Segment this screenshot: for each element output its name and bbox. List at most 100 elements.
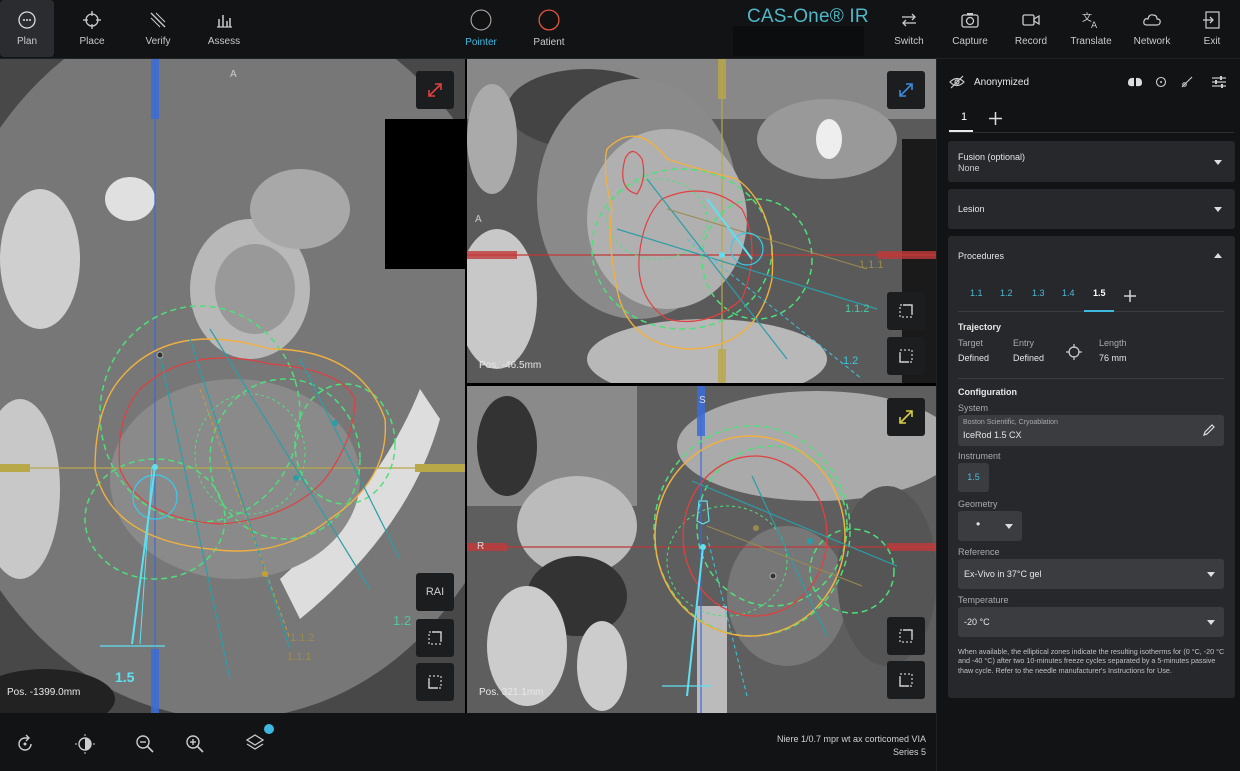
trajectory-label: 1.1.1 — [287, 651, 312, 663]
place-tool[interactable]: Place — [66, 0, 118, 57]
crop-alt-icon — [899, 673, 913, 687]
crop-button[interactable] — [887, 617, 925, 655]
fusion-value: None — [958, 163, 980, 173]
patient-circle-icon — [538, 9, 560, 31]
bar-chart-icon — [217, 15, 232, 28]
procedure-tab-1-5[interactable]: 1.5 — [1093, 288, 1106, 298]
viewport-area: A 1.2 1.1.2 1.1.1 1.5 Pos. -1399.0mm RAI — [0, 59, 936, 713]
eye-off-icon[interactable] — [949, 75, 965, 89]
capture-button[interactable]: Capture — [948, 0, 992, 57]
patient-label: Patient — [533, 37, 565, 48]
chevron-down-icon — [1005, 524, 1013, 529]
sliders-icon[interactable] — [1211, 74, 1227, 90]
fusion-section[interactable]: Fusion (optional) None — [948, 141, 1235, 182]
pointer-toggle[interactable]: Pointer — [458, 0, 504, 57]
tab-1-label: 1 — [961, 111, 968, 123]
zoom-out-icon[interactable] — [134, 733, 156, 755]
record-button[interactable]: Record — [1010, 0, 1052, 57]
lesion-section[interactable]: Lesion — [948, 189, 1235, 229]
cloud-icon — [1143, 14, 1161, 26]
zoom-in-icon[interactable] — [184, 733, 206, 755]
crop-alt-button[interactable] — [416, 663, 454, 701]
orientation-label-top: A — [230, 69, 237, 80]
orientation-label-left: A — [475, 214, 482, 225]
crosshair-icon[interactable] — [1066, 344, 1082, 360]
maximize-button[interactable] — [887, 398, 925, 436]
verify-tool[interactable]: Verify — [132, 0, 184, 57]
brand-area — [733, 26, 864, 56]
needle-icon — [150, 12, 166, 28]
switch-label: Switch — [894, 36, 924, 47]
patient-toggle[interactable]: Patient — [528, 0, 570, 57]
series-info: Niere 1/0.7 mpr wt ax corticomed VIA Ser… — [777, 733, 926, 759]
translate-button[interactable]: 文A Translate — [1068, 0, 1114, 57]
switch-button[interactable]: Switch — [888, 0, 930, 57]
chevron-down-icon — [1207, 572, 1215, 577]
trajectory-divider — [958, 378, 1224, 379]
procedure-tab-1-4[interactable]: 1.4 — [1062, 288, 1075, 298]
planning-panel: Anonymized 1 Fusion (optional) None Lesi… — [936, 59, 1240, 771]
procedure-tab-1-1[interactable]: 1.1 — [970, 288, 983, 298]
entry-value: Defined — [1013, 353, 1045, 363]
place-label: Place — [79, 36, 105, 47]
plan-tool[interactable]: Plan — [0, 0, 54, 57]
temperature-select[interactable]: -20 °C — [958, 607, 1224, 637]
system-field[interactable]: Boston Scientific, Cryoablation IceRod 1… — [958, 415, 1224, 446]
orientation-button[interactable]: RAI — [416, 573, 454, 611]
chevron-down-icon — [1214, 207, 1222, 212]
window-level-icon[interactable] — [74, 733, 96, 755]
length-value: 76 mm — [1099, 353, 1127, 363]
expand-arrows-icon — [899, 410, 913, 424]
lungs-icon[interactable] — [1127, 76, 1143, 88]
target-label: Target — [958, 338, 984, 348]
reference-select[interactable]: Ex-Vivo in 37°C gel — [958, 559, 1224, 589]
layers-icon[interactable] — [244, 731, 274, 761]
target-icon[interactable] — [1155, 76, 1167, 88]
sagittal-ct-image — [467, 59, 936, 383]
chevron-up-icon[interactable] — [1213, 251, 1223, 261]
crop-alt-button[interactable] — [887, 337, 925, 375]
procedures-title[interactable]: Procedures — [958, 251, 1004, 261]
translate-icon: 文A — [1082, 11, 1098, 30]
pointer-circle-icon — [470, 9, 492, 31]
reset-view-icon[interactable] — [14, 733, 36, 755]
assess-label: Assess — [207, 36, 241, 47]
layers-notification-dot — [264, 724, 274, 734]
network-button[interactable]: Network — [1130, 0, 1174, 57]
procedure-tab-1-2[interactable]: 1.2 — [1000, 288, 1013, 298]
crop-button[interactable] — [416, 619, 454, 657]
trajectory-title: Trajectory — [958, 322, 1002, 332]
crop-alt-button[interactable] — [887, 661, 925, 699]
isotherm-note: When available, the elliptical zones ind… — [958, 647, 1225, 675]
tab-1[interactable]: 1 — [949, 107, 973, 132]
length-label: Length — [1099, 338, 1127, 348]
maximize-button[interactable] — [887, 71, 925, 109]
axial-viewport[interactable]: A 1.2 1.1.2 1.1.1 1.5 Pos. -1399.0mm RAI — [0, 59, 465, 713]
geometry-select[interactable]: • — [958, 511, 1022, 541]
pointer-label: Pointer — [465, 37, 497, 48]
plan-tabs: 1 — [949, 107, 1234, 133]
orientation-label-left: R — [477, 541, 485, 552]
switch-arrows-icon — [902, 13, 916, 27]
crop-alt-icon — [428, 675, 442, 689]
needle-icon[interactable] — [1181, 76, 1193, 88]
procedure-tab-1-3[interactable]: 1.3 — [1032, 288, 1045, 298]
maximize-button[interactable] — [416, 71, 454, 109]
capture-label: Capture — [952, 36, 988, 47]
add-procedure-icon[interactable] — [1124, 290, 1136, 302]
assess-tool[interactable]: Assess — [198, 0, 250, 57]
temperature-label: Temperature — [958, 595, 1009, 605]
crop-button[interactable] — [887, 292, 925, 330]
temperature-value: -20 °C — [964, 617, 990, 627]
exit-button[interactable]: Exit — [1192, 0, 1232, 57]
add-plan-icon[interactable] — [989, 112, 1002, 125]
crop-icon — [899, 629, 913, 643]
geometry-label: Geometry — [958, 499, 998, 509]
pencil-icon[interactable] — [1202, 423, 1216, 437]
anonymized-label: Anonymized — [974, 77, 1030, 88]
configuration-title: Configuration — [958, 387, 1017, 397]
coronal-ct-image — [467, 386, 936, 713]
instrument-chip[interactable]: 1.5 — [958, 463, 989, 492]
sagittal-viewport[interactable]: A 1.1.1 1.1.2 1.2 Pos. -46.5mm — [467, 59, 936, 383]
coronal-viewport[interactable]: S R Pos. 321.1mm — [467, 386, 936, 713]
